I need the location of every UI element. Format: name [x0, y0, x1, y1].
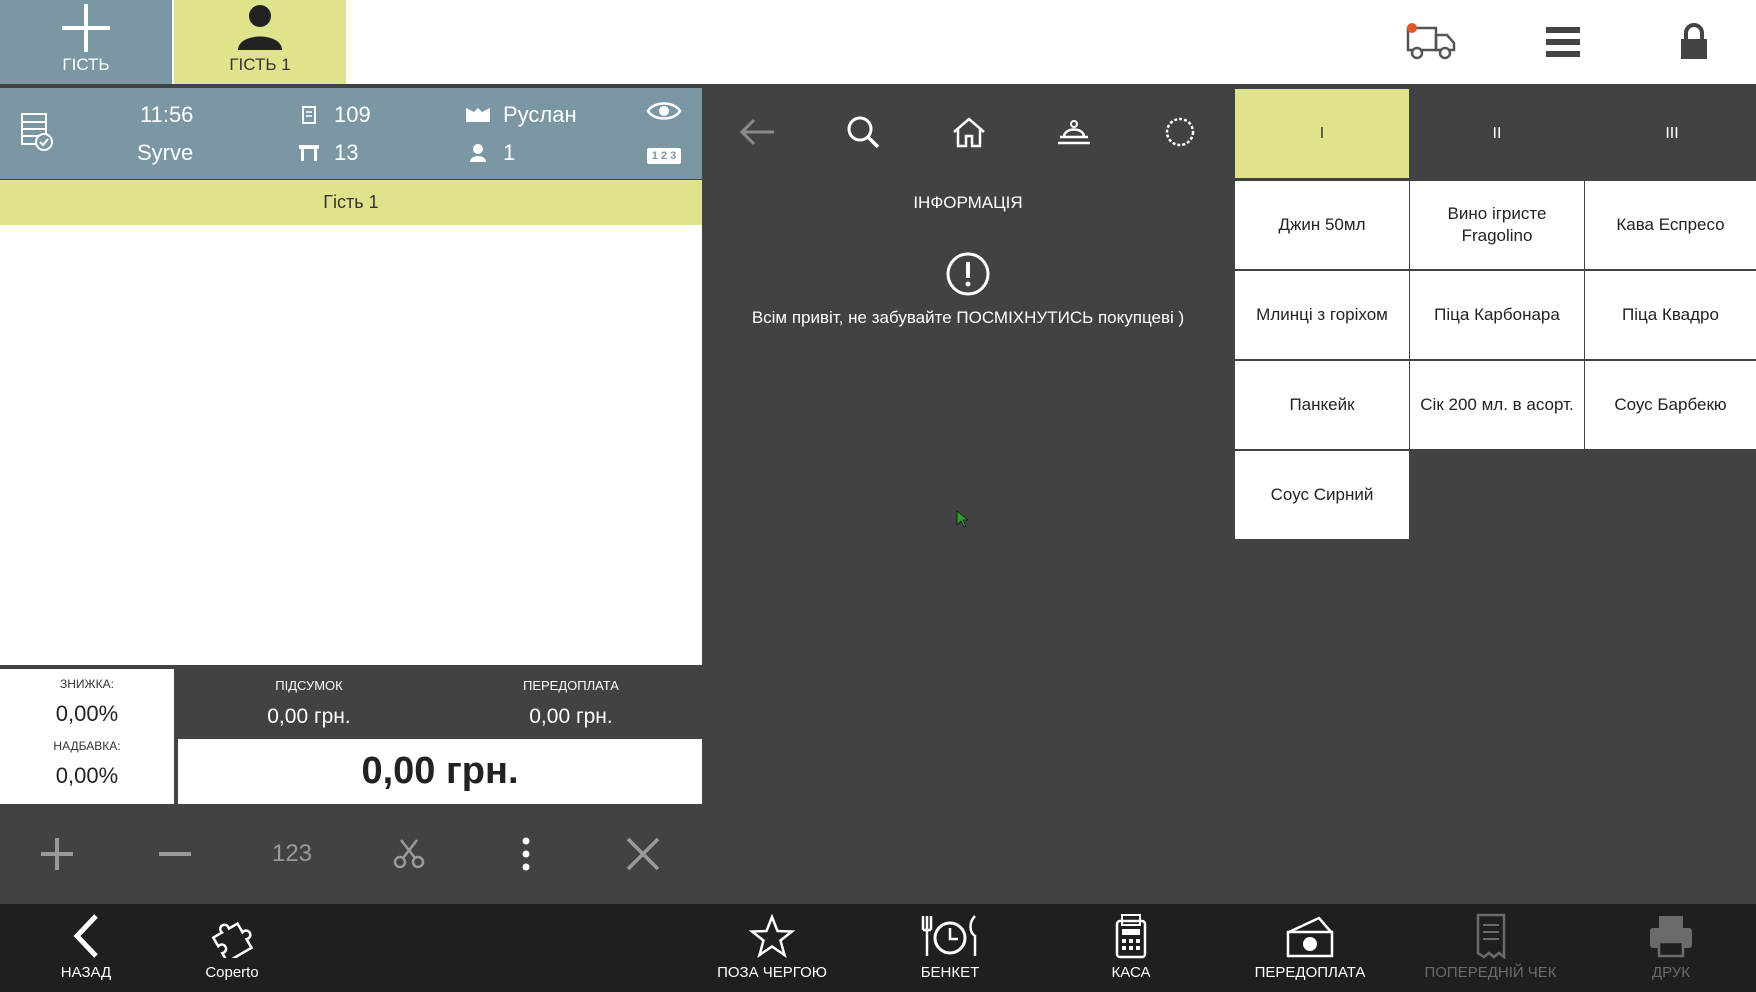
order-header: 11:56 Syrve 109 13 Руслан 1 1 2 3 — [0, 88, 702, 179]
exclamation-icon — [946, 252, 990, 296]
pre-check-button[interactable]: ПОПЕРЕДНІЙ ЧЕК — [1418, 908, 1563, 992]
product-button[interactable]: Вино ігристе Fragolino — [1410, 181, 1584, 269]
close-icon — [626, 837, 660, 871]
numbers-badge[interactable]: 1 2 3 — [647, 148, 681, 164]
product-button[interactable]: Кава Еспресо — [1585, 181, 1756, 269]
order-checklist-icon — [21, 113, 53, 151]
add-guest-tab[interactable]: ГІСТЬ — [0, 0, 172, 84]
category-tab-3[interactable]: III — [1585, 89, 1756, 178]
product-button[interactable]: Сік 200 мл. в асорт. — [1410, 361, 1584, 449]
split-button[interactable] — [379, 824, 439, 884]
order-items-list[interactable] — [0, 225, 702, 665]
notification-dot — [1407, 23, 1417, 33]
guest-1-tab[interactable]: ГІСТЬ 1 — [174, 0, 346, 84]
minus-icon — [159, 852, 191, 856]
product-button[interactable]: Панкейк — [1235, 361, 1409, 449]
waiter-name: Руслан — [503, 102, 577, 127]
guests-icon — [470, 144, 486, 162]
order-time: 11:56 — [140, 102, 194, 127]
puzzle-icon — [211, 921, 254, 958]
guest-strip-label: Гість 1 — [323, 192, 379, 212]
chevron-left-icon — [73, 914, 98, 958]
vertical-dots-icon — [522, 837, 530, 871]
scissors-icon — [393, 839, 425, 869]
product-button[interactable]: Піца Карбонара — [1410, 271, 1584, 359]
plus-icon — [62, 4, 110, 52]
waiter-icon — [466, 108, 490, 122]
surcharge-label: НАДБАВКА: — [53, 739, 121, 753]
remove-quantity-button[interactable] — [145, 824, 205, 884]
subtotal-panel: ПІДСУМОК 0,00 грн. ПЕРЕДОПЛАТА 0,00 грн. — [178, 669, 702, 739]
dish-service-icon[interactable] — [1052, 110, 1096, 154]
delete-item-button[interactable] — [613, 824, 673, 884]
discount-label: ЗНИЖКА: — [60, 677, 114, 691]
queue-skip-button[interactable]: ПОЗА ЧЕРГОЮ — [712, 908, 832, 992]
subtotal-label: ПІДСУМОК — [275, 678, 343, 693]
discount-panel[interactable]: ЗНИЖКА: 0,00% НАДБАВКА: 0,00% — [0, 669, 174, 804]
cursor-icon — [956, 510, 968, 528]
info-message: Всім привіт, не забувайте ПОСМІХНУТИСЬ п… — [751, 308, 1185, 327]
discount-value: 0,00% — [55, 701, 119, 726]
guest-strip[interactable]: Гість 1 — [0, 180, 702, 225]
pre-check-label: ПОПЕРЕДНІЙ ЧЕК — [1424, 964, 1557, 981]
receipt-icon — [1476, 913, 1505, 959]
prepayment-label: ПЕРЕДОПЛАТА — [1254, 964, 1366, 981]
category-tab-1[interactable]: I — [1235, 89, 1409, 178]
restaurant-name: Syrve — [137, 140, 194, 165]
queue-skip-label: ПОЗА ЧЕРГОЮ — [717, 964, 827, 981]
product-button[interactable]: Джин 50мл — [1235, 181, 1409, 269]
info-title: ІНФОРМАЦІЯ — [913, 193, 1023, 212]
calculator-icon — [1115, 914, 1147, 959]
lock-icon[interactable] — [1666, 14, 1722, 70]
product-button[interactable]: Соус Барбекю — [1585, 361, 1756, 449]
guests-count: 1 — [503, 140, 516, 165]
product-button[interactable]: Піца Квадро — [1585, 271, 1756, 359]
add-quantity-button[interactable] — [27, 824, 87, 884]
print-button[interactable]: ДРУК — [1621, 908, 1721, 992]
printer-icon — [1650, 916, 1692, 958]
category-tab-2[interactable]: II — [1410, 89, 1584, 178]
order-number-icon — [302, 106, 316, 124]
add-guest-label: ГІСТЬ — [62, 55, 110, 74]
menu-icon[interactable] — [1535, 14, 1591, 70]
cash-register-label: КАСА — [1111, 964, 1151, 981]
prepay-value: 0,00 грн. — [529, 705, 613, 728]
order-total: 0,00 грн. — [178, 739, 702, 804]
subtotal-value: 0,00 грн. — [267, 705, 351, 728]
prepayment-button[interactable]: ПЕРЕДОПЛАТА — [1245, 908, 1375, 992]
guest-1-label: ГІСТЬ 1 — [229, 55, 291, 74]
back-button[interactable]: НАЗАД — [40, 908, 132, 992]
home-icon[interactable] — [947, 110, 991, 154]
prepay-label: ПЕРЕДОПЛАТА — [523, 678, 619, 693]
coperto-button[interactable]: Coperto — [182, 908, 282, 992]
banquet-button[interactable]: БЕНКЕТ — [900, 908, 1000, 992]
quantity-number-button[interactable]: 123 — [262, 824, 322, 884]
cash-register-button[interactable]: КАСА — [1081, 908, 1181, 992]
order-number: 109 — [334, 102, 371, 127]
banquet-label: БЕНКЕТ — [920, 964, 980, 981]
product-button[interactable]: Соус Сирний — [1235, 451, 1409, 539]
print-label: ДРУК — [1651, 964, 1691, 981]
table-number: 13 — [334, 140, 359, 165]
delivery-truck-icon[interactable] — [1403, 14, 1459, 70]
star-icon — [749, 914, 795, 958]
person-icon — [238, 5, 282, 50]
order-tools-bar — [0, 804, 702, 904]
table-icon — [299, 145, 319, 161]
product-button[interactable]: Млинці з горіхом — [1235, 271, 1409, 359]
back-arrow-icon[interactable] — [736, 110, 780, 154]
coperto-label: Coperto — [205, 964, 259, 981]
eye-icon[interactable] — [646, 100, 682, 122]
back-label: НАЗАД — [60, 964, 112, 981]
modifier-circle-icon[interactable] — [1158, 110, 1202, 154]
banquet-clock-icon — [921, 915, 977, 956]
surcharge-value: 0,00% — [55, 763, 119, 788]
search-icon[interactable] — [841, 110, 885, 154]
more-options-button[interactable] — [496, 824, 556, 884]
plus-icon — [41, 838, 73, 870]
money-icon — [1286, 916, 1334, 958]
